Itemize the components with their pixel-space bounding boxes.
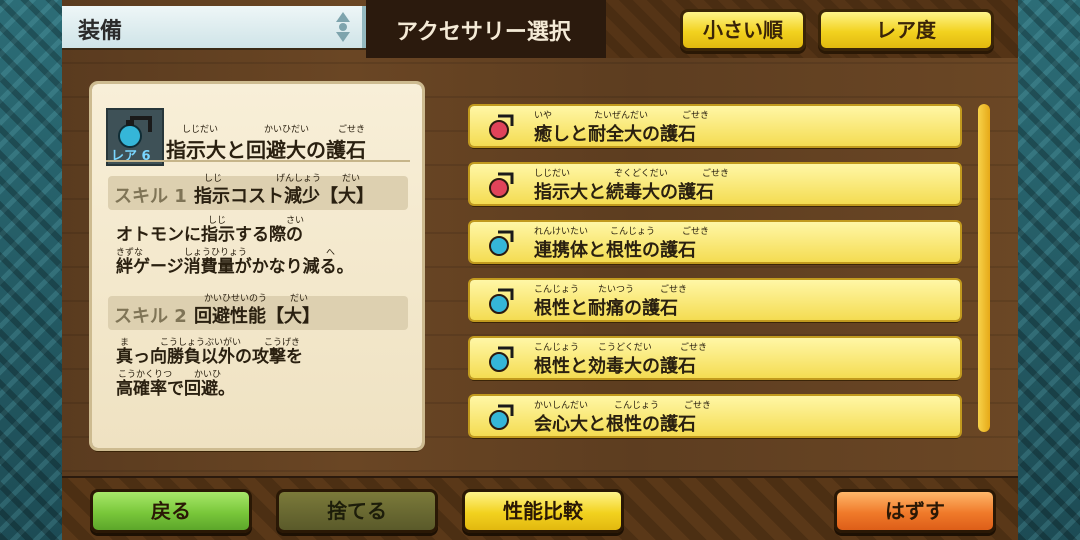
charm-icon: [489, 288, 514, 314]
section-title: アクセサリー選択: [396, 20, 571, 45]
list-item-name: 指示大と続毒大の護石: [534, 182, 714, 203]
charm-icon: [489, 230, 514, 256]
list-item-name: 根性と効毒大の護石: [534, 356, 696, 377]
skill2-ruby-1: かいひせいのう: [204, 294, 268, 304]
page-title: 装備: [78, 19, 123, 44]
discard-button[interactable]: 捨てる: [276, 489, 438, 533]
skill2-desc-line2: 高確率で回避。: [116, 379, 235, 399]
skill1-label: スキル 1: [114, 186, 187, 207]
right-border-pattern: [1018, 0, 1080, 540]
skill2-name: 回避性能【大】: [194, 306, 320, 327]
item-name: 指示大と回避大の護石: [166, 138, 366, 162]
charm-detail-icon: レア 6: [106, 108, 164, 166]
charm-icon: [489, 172, 514, 198]
skill2-ruby-2: だい: [290, 294, 309, 304]
list-item-name: 癒しと耐全大の護石: [534, 124, 696, 145]
divider: [106, 160, 410, 162]
list-item[interactable]: いや たいぜんだい ごせき 癒しと耐全大の護石: [470, 106, 960, 146]
list-item-name: 連携体と根性の護石: [534, 240, 696, 261]
skill1-bar: スキル 1 指示コスト減少【大】: [108, 176, 408, 210]
list-item-name: 根性と耐痛の護石: [534, 298, 678, 319]
skill2-label: スキル 2: [114, 306, 187, 327]
section-header: アクセサリー選択: [366, 0, 606, 58]
skill1-name: 指示コスト減少【大】: [194, 186, 374, 207]
back-button[interactable]: 戻る: [90, 489, 252, 533]
charm-icon: [489, 346, 514, 372]
skill1-ruby-1: しじ: [204, 174, 223, 184]
list-item[interactable]: しじだい ぞくどくだい ごせき 指示大と続毒大の護石: [470, 164, 960, 204]
charm-icon: [489, 404, 514, 430]
sort-rarity-button[interactable]: レア度: [818, 9, 994, 51]
list-item[interactable]: こんじょう こうどくだい ごせき 根性と効毒大の護石: [470, 338, 960, 378]
list-item-name: 会心大と根性の護石: [534, 414, 696, 435]
compare-button[interactable]: 性能比較: [462, 489, 624, 533]
skill1-ruby-2: げんしょう: [276, 174, 322, 184]
charm-icon: [489, 114, 514, 140]
skill1-ruby-3: だい: [342, 174, 361, 184]
title-plate: 装備: [62, 6, 366, 48]
skill1-desc-line2: 絆ゲージ消費量がかなり減る。: [116, 257, 354, 277]
scrollbar-thumb[interactable]: [978, 104, 990, 432]
list-item[interactable]: れんけいたい こんじょう ごせき 連携体と根性の護石: [470, 222, 960, 262]
remove-button[interactable]: はずす: [834, 489, 996, 533]
list-item[interactable]: こんじょう たいつう ごせき 根性と耐痛の護石: [470, 280, 960, 320]
spinner-arrows-icon: [336, 12, 350, 42]
sort-size-button[interactable]: 小さい順: [680, 9, 806, 51]
left-border-pattern: [0, 0, 62, 540]
charm-icon: [118, 116, 152, 148]
list-item[interactable]: かいしんだい こんじょう ごせき 会心大と根性の護石: [470, 396, 960, 436]
